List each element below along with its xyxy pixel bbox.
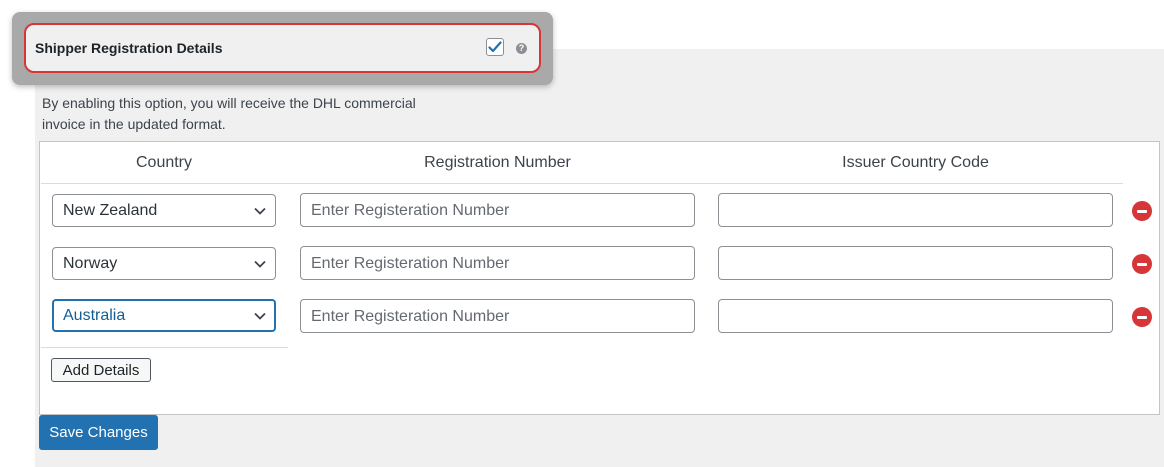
issuer-country-code-input[interactable] [718,193,1113,227]
enable-checkbox[interactable] [486,38,504,56]
country-select[interactable]: Australia [52,299,276,332]
header-issuer-country-code: Issuer Country Code [842,154,989,171]
country-select-value: New Zealand [63,202,158,219]
chevron-down-icon [254,312,266,320]
header-divider [41,183,1123,184]
chevron-down-icon [254,260,266,268]
registration-number-input[interactable]: Enter Registeration Number [300,299,695,333]
remove-row-icon[interactable] [1132,307,1152,327]
header-country: Country [135,154,193,171]
setting-description: By enabling this option, you will receiv… [42,95,416,132]
row-divider [41,347,288,348]
country-select-value: Norway [63,255,118,272]
add-details-button[interactable]: Add Details [51,358,151,382]
remove-row-icon[interactable] [1132,201,1152,221]
header-registration-number: Registration Number [424,154,571,171]
registration-number-placeholder: Enter Registeration Number [311,255,510,272]
country-select-value: Australia [63,307,126,324]
check-icon [488,41,502,53]
save-changes-button[interactable]: Save Changes [39,415,158,450]
help-icon[interactable]: ? [516,43,527,54]
setting-title: Shipper Registration Details [35,40,223,56]
registration-number-input[interactable]: Enter Registeration Number [300,193,695,227]
setting-row: Shipper Registration Details ? [24,23,541,73]
registration-number-input[interactable]: Enter Registeration Number [300,246,695,280]
remove-row-icon[interactable] [1132,254,1152,274]
highlighted-setting-callout: Shipper Registration Details ? [12,12,553,85]
issuer-country-code-input[interactable] [718,299,1113,333]
country-select[interactable]: New Zealand [52,194,276,227]
registration-table: Country Registration Number Issuer Count… [39,141,1160,415]
registration-number-placeholder: Enter Registeration Number [311,202,510,219]
registration-number-placeholder: Enter Registeration Number [311,308,510,325]
issuer-country-code-input[interactable] [718,246,1113,280]
country-select[interactable]: Norway [52,247,276,280]
chevron-down-icon [254,207,266,215]
